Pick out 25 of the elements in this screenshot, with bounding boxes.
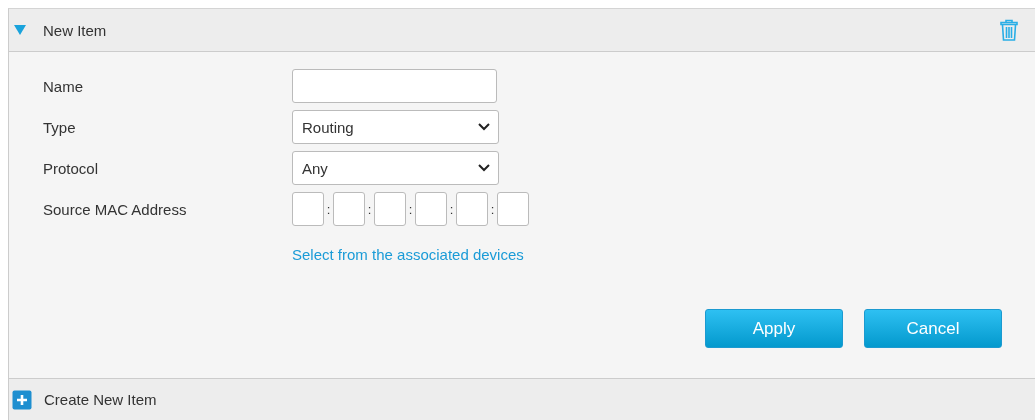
caret-icon [478, 123, 490, 131]
mac-octet-field[interactable] [374, 192, 406, 226]
separator-text: : [489, 201, 496, 217]
section-title: New Item [43, 21, 108, 39]
separator-text: : [325, 201, 332, 217]
field-label: Name [43, 77, 84, 95]
field-label: Source MAC Address [43, 200, 188, 218]
mac-octet-field[interactable] [333, 192, 365, 226]
caret-icon [478, 164, 490, 172]
separator-text: : [407, 201, 414, 217]
create-item-label: Create New Item [44, 391, 157, 408]
mac-octet-field[interactable] [497, 192, 529, 226]
mac-octet-field[interactable] [415, 192, 447, 226]
trash-icon[interactable] [999, 19, 1019, 41]
separator-text: : [366, 201, 373, 217]
mac-octet-field[interactable] [292, 192, 324, 226]
field-label: Protocol [43, 159, 100, 177]
create-item-bar[interactable]: Create New Item [9, 378, 1035, 420]
separator-text: : [448, 201, 455, 217]
plus-icon [12, 389, 32, 410]
text-field[interactable] [292, 69, 497, 103]
mac-octet-field[interactable] [456, 192, 488, 226]
dropdown[interactable]: Any [292, 151, 499, 185]
field-label: Type [43, 118, 77, 136]
dropdown[interactable]: Routing [292, 110, 499, 144]
